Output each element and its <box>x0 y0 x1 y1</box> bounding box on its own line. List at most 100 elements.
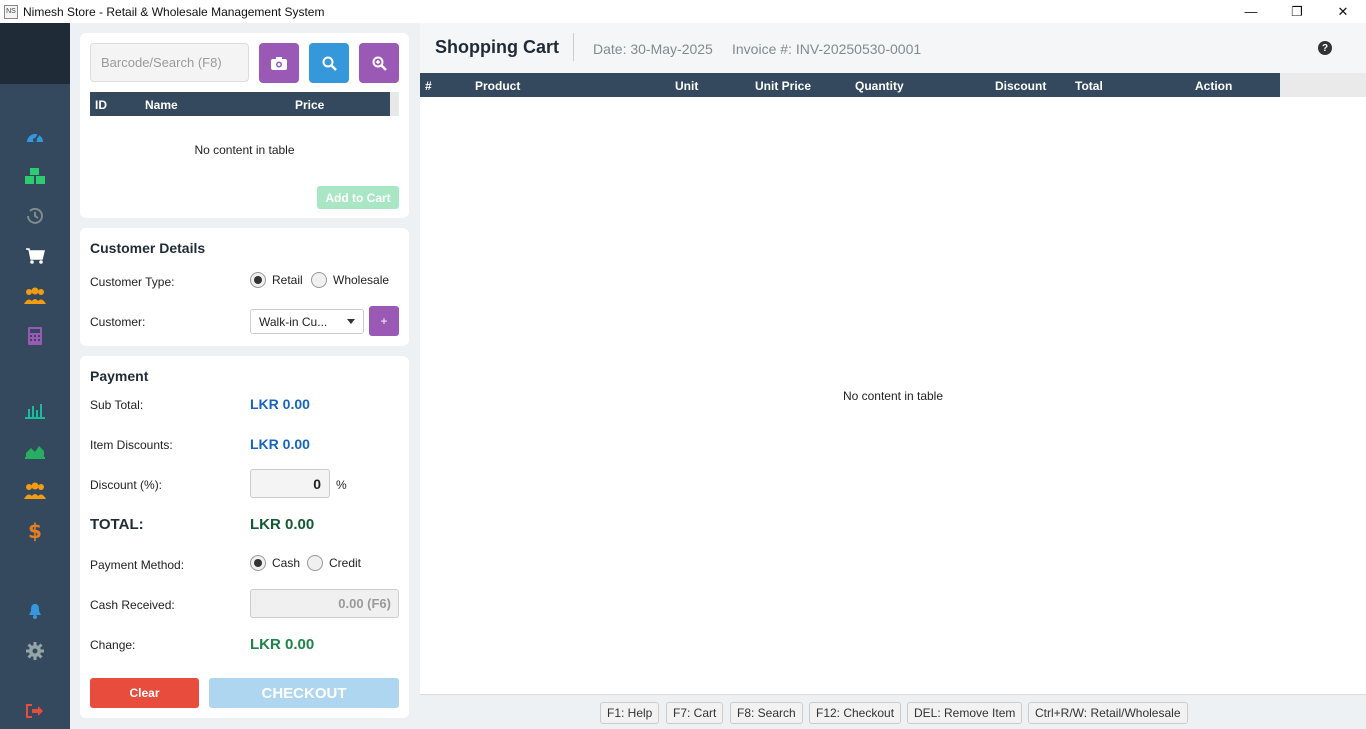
sidebar-item-inventory[interactable] <box>22 163 48 189</box>
cubes-icon <box>25 168 45 184</box>
users-icon <box>24 287 46 304</box>
sidebar-item-finance[interactable]: $ <box>22 518 48 544</box>
close-button[interactable]: ✕ <box>1320 0 1366 23</box>
column-header-discount[interactable]: Discount <box>995 79 1046 93</box>
customer-type-retail-radio[interactable]: Retail <box>250 272 303 288</box>
title-bar: NS Nimesh Store - Retail & Wholesale Man… <box>0 0 1366 23</box>
payment-method-credit-radio[interactable]: Credit <box>307 555 361 571</box>
camera-button[interactable] <box>259 43 299 83</box>
radio-selected-icon <box>250 555 266 571</box>
product-search-card: Barcode/Search (F8) ID Name Price No con… <box>80 33 409 218</box>
sidebar: $ <box>0 23 70 729</box>
customer-details-title: Customer Details <box>90 240 206 256</box>
customer-select[interactable]: Walk-in Cu... <box>250 309 364 334</box>
radio-label: Retail <box>272 273 303 287</box>
restore-button[interactable]: ❐ <box>1274 0 1320 23</box>
column-header-index[interactable]: # <box>425 79 432 93</box>
shortcut-retail-wholesale: Ctrl+R/W: Retail/Wholesale <box>1028 702 1188 724</box>
subtotal-label: Sub Total: <box>90 398 144 412</box>
sidebar-item-suppliers[interactable] <box>22 478 48 504</box>
help-icon[interactable]: ? <box>1318 41 1332 55</box>
column-header-unit-price[interactable]: Unit Price <box>755 79 811 93</box>
payment-card: Payment Sub Total: LKR 0.00 Item Discoun… <box>80 356 409 718</box>
cart-table-header: # Product Unit Unit Price Quantity Disco… <box>420 73 1280 97</box>
header-divider <box>573 33 574 61</box>
minimize-button[interactable]: — <box>1228 0 1274 23</box>
discount-label: Discount (%): <box>90 478 163 492</box>
search-button[interactable] <box>309 43 349 83</box>
shortcut-cart: F7: Cart <box>666 702 724 724</box>
payment-method-cash-radio[interactable]: Cash <box>250 555 300 571</box>
customer-type-label: Customer Type: <box>90 275 175 289</box>
search-results-scrollbar[interactable] <box>390 92 399 116</box>
radio-selected-icon <box>250 272 266 288</box>
camera-icon <box>271 56 287 70</box>
shortcut-bar: F1: Help F7: Cart F8: Search F12: Checko… <box>420 694 1366 729</box>
total-value: LKR 0.00 <box>250 516 315 533</box>
sidebar-item-logout[interactable] <box>22 698 48 724</box>
invoice-number: Invoice #: INV-20250530-0001 <box>732 41 922 57</box>
sidebar-item-pos[interactable] <box>22 243 48 269</box>
sidebar-item-history[interactable] <box>22 203 48 229</box>
checkout-button[interactable]: CHECKOUT <box>209 678 399 708</box>
shortcut-help: F1: Help <box>600 702 660 724</box>
page-title: Shopping Cart <box>435 37 559 57</box>
sidebar-item-analytics[interactable] <box>22 438 48 464</box>
column-header-price[interactable]: Price <box>295 98 324 112</box>
subtotal-value: LKR 0.00 <box>250 396 310 412</box>
sidebar-item-calculator[interactable] <box>22 323 48 349</box>
radio-label: Cash <box>272 556 301 570</box>
customer-label: Customer: <box>90 315 146 329</box>
radio-label: Credit <box>329 556 362 570</box>
column-header-action[interactable]: Action <box>1195 79 1232 93</box>
shortcut-remove-item: DEL: Remove Item <box>907 702 1023 724</box>
column-header-product[interactable]: Product <box>475 79 520 93</box>
change-value: LKR 0.00 <box>250 636 315 653</box>
app-icon: NS <box>4 4 18 19</box>
total-label: TOTAL: <box>90 516 144 533</box>
cart-table-header-filler <box>1280 73 1366 97</box>
add-customer-button[interactable]: + <box>369 306 399 336</box>
item-discounts-value: LKR 0.00 <box>250 436 310 452</box>
radio-unselected-icon <box>307 555 323 571</box>
gauge-icon <box>27 133 43 142</box>
column-header-quantity[interactable]: Quantity <box>855 79 904 93</box>
radio-label: Wholesale <box>333 273 390 287</box>
discount-input[interactable]: 0 <box>250 469 330 498</box>
window-controls: — ❐ ✕ <box>1228 0 1366 23</box>
customer-type-wholesale-radio[interactable]: Wholesale <box>311 272 389 288</box>
search-input[interactable]: Barcode/Search (F8) <box>90 43 249 82</box>
sidebar-item-settings[interactable] <box>22 638 48 664</box>
sign-out-icon <box>26 704 43 718</box>
dollar-icon: $ <box>28 519 42 543</box>
column-header-total[interactable]: Total <box>1075 79 1103 93</box>
bell-icon <box>29 604 41 619</box>
gear-icon <box>26 642 44 660</box>
search-results-header: ID Name Price <box>90 92 390 116</box>
customer-details-card: Customer Details Customer Type: Retail W… <box>80 228 409 346</box>
item-discounts-label: Item Discounts: <box>90 438 173 452</box>
calculator-icon <box>28 327 42 345</box>
clear-button[interactable]: Clear <box>90 678 199 708</box>
advanced-search-button[interactable] <box>359 43 399 83</box>
payment-method-label: Payment Method: <box>90 558 185 572</box>
cash-received-label: Cash Received: <box>90 598 175 612</box>
area-chart-icon <box>25 446 45 459</box>
add-to-cart-button[interactable]: Add to Cart <box>317 186 399 209</box>
customer-select-value: Walk-in Cu... <box>259 314 328 329</box>
sidebar-item-dashboard[interactable] <box>22 123 48 149</box>
radio-unselected-icon <box>311 272 327 288</box>
cash-received-input[interactable]: 0.00 (F6) <box>250 589 399 618</box>
cart-icon <box>26 248 45 264</box>
column-header-name[interactable]: Name <box>145 98 178 112</box>
sidebar-item-customers[interactable] <box>22 283 48 309</box>
column-header-id[interactable]: ID <box>95 98 107 112</box>
shortcut-search: F8: Search <box>730 702 803 724</box>
sidebar-item-reports[interactable] <box>22 398 48 424</box>
left-panel: Barcode/Search (F8) ID Name Price No con… <box>70 23 420 729</box>
cart-date: Date: 30-May-2025 <box>593 41 713 57</box>
chevron-down-icon <box>347 319 355 324</box>
shortcut-checkout: F12: Checkout <box>809 702 902 724</box>
column-header-unit[interactable]: Unit <box>675 79 698 93</box>
sidebar-item-notifications[interactable] <box>22 598 48 624</box>
